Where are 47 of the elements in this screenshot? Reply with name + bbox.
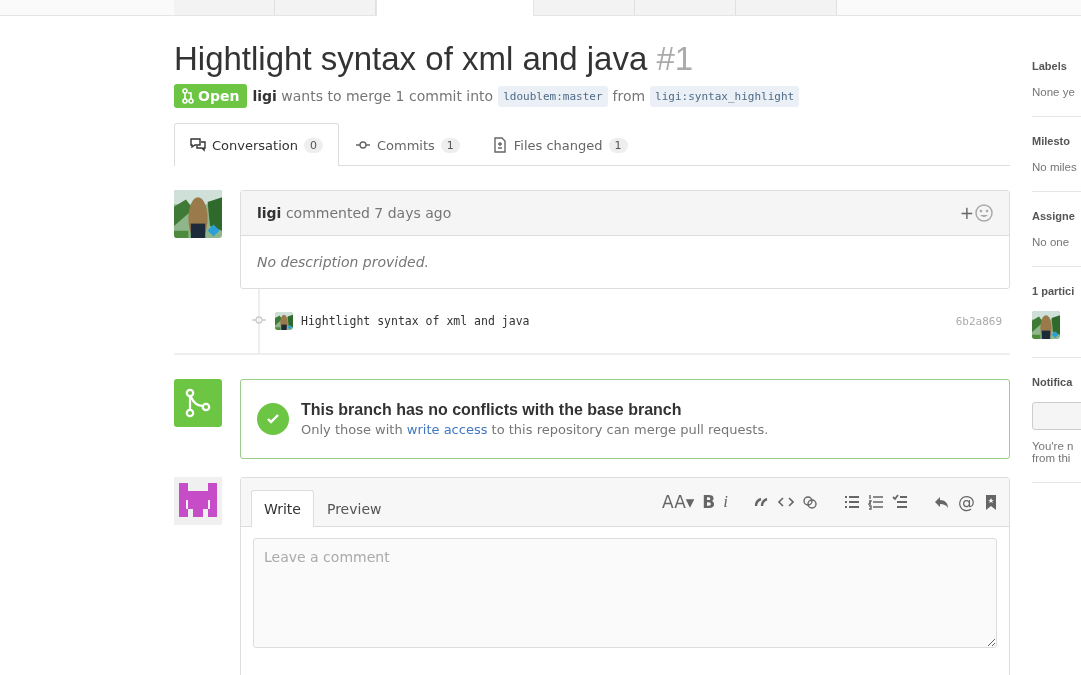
- merge-status-title: This branch has no conflicts with the base branch: [301, 401, 683, 419]
- commit-message[interactable]: Hightlight syntax of xml and java: [301, 314, 948, 328]
- sidebar-heading: Notifica: [1032, 376, 1074, 388]
- count-badge: 1: [440, 137, 460, 153]
- pr-tab[interactable]: Files changed 1: [475, 123, 644, 166]
- task-list-icon: [892, 494, 908, 510]
- notification-note: from thi: [1032, 452, 1072, 464]
- write-access-link[interactable]: write access: [406, 422, 488, 437]
- count-badge: 1: [608, 137, 628, 153]
- check-icon: [257, 403, 289, 435]
- sidebar-value: None ye: [1032, 86, 1076, 98]
- pr-tab[interactable]: Conversation 0: [174, 123, 339, 166]
- sidebar-heading: 1 partici: [1032, 285, 1076, 297]
- comment-header: ligi commented 7 days ago: [257, 205, 452, 221]
- merge-status-note: Only those with write access to this repository can merge pull requests.: [301, 422, 769, 437]
- sidebar-value: No one: [1032, 236, 1071, 248]
- sidebar-heading: Milesto: [1032, 135, 1071, 147]
- toolbar-button[interactable]: [983, 492, 999, 512]
- comment-field[interactable]: Leave a comment: [253, 538, 997, 648]
- sidebar-value: No miles: [1032, 161, 1078, 173]
- count-badge: 0: [303, 137, 323, 153]
- notification-note: You're n: [1032, 440, 1075, 452]
- merge-summary: ligi wants to merge 1 commit into: [252, 88, 494, 104]
- file-diff-icon: [491, 137, 508, 153]
- pr-tab[interactable]: Commits 1: [338, 123, 476, 166]
- toolbar-button[interactable]: B: [702, 492, 716, 512]
- add-reaction-button[interactable]: +: [959, 203, 993, 223]
- numbered-list-icon: [868, 494, 884, 510]
- toolbar-button[interactable]: AA▾: [662, 492, 695, 512]
- toolbar-button[interactable]: i: [723, 492, 728, 512]
- toolbar-button[interactable]: [868, 492, 884, 512]
- toolbar-button[interactable]: @: [958, 492, 975, 512]
- sidebar-heading: Assigne: [1032, 210, 1076, 222]
- bulleted-list-icon: [844, 494, 860, 510]
- pull-request-title: Hightlight syntax of xml and java #1: [174, 40, 695, 78]
- state-badge: Open: [174, 84, 248, 108]
- bookmark-icon: [983, 494, 999, 510]
- head-branch: ligi:syntax_highlight: [650, 85, 800, 107]
- speech-bubbles-icon: [190, 137, 206, 153]
- merge-icon: [174, 379, 222, 427]
- editor-tab[interactable]: Preview: [313, 490, 395, 527]
- link-icon: [802, 494, 818, 510]
- base-branch: ldoublem:master: [498, 85, 608, 107]
- from-label: from: [612, 88, 646, 104]
- sidebar-heading: Labels: [1032, 60, 1068, 72]
- comment-body: No description provided.: [256, 253, 430, 272]
- editor-tab[interactable]: Write: [251, 490, 314, 527]
